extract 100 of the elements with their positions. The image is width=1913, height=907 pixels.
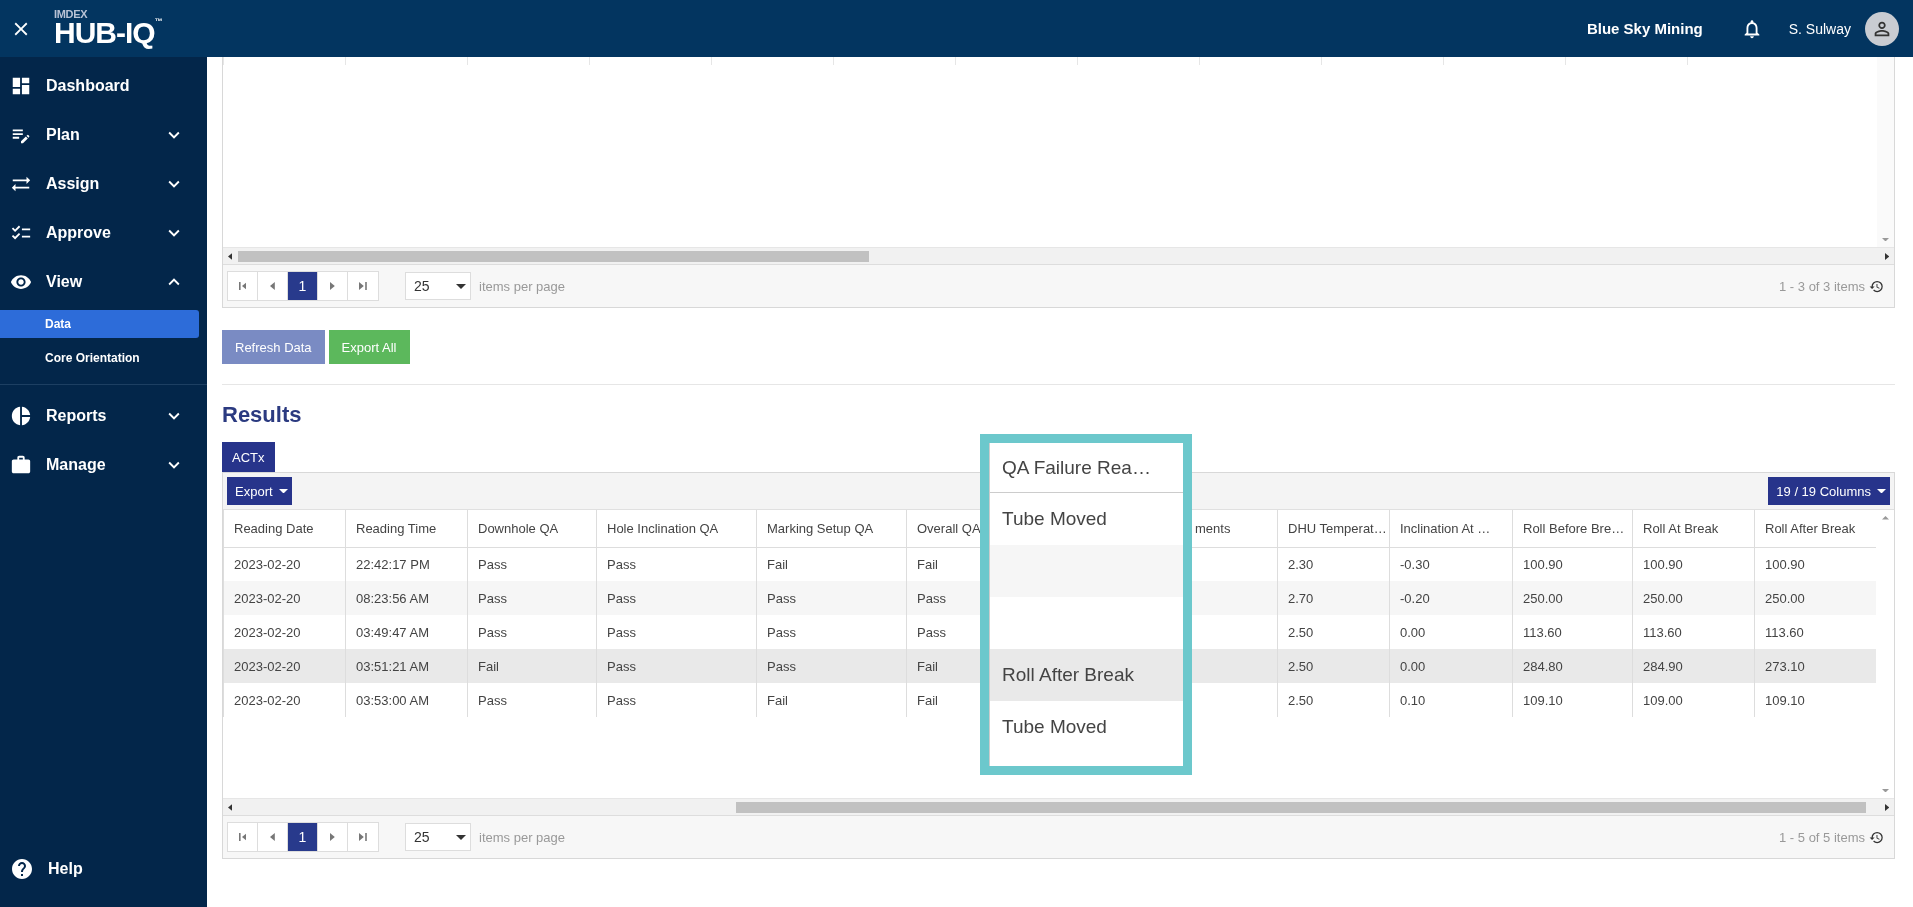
table-cell: Fail [917,658,938,674]
column-header[interactable]: Roll After Break [1765,520,1856,536]
table-cell: 2023-02-20 [234,590,301,606]
last-page-icon [359,282,367,290]
briefcase-icon [10,453,32,476]
user-avatar[interactable] [1865,11,1899,46]
user-name: S. Sulway [1788,20,1851,37]
table-cell: Pass [607,556,636,572]
horizontal-scrollbar[interactable] [223,247,1894,264]
first-page-button[interactable] [228,272,258,300]
page-button[interactable]: 1 [288,272,318,300]
table-cell: 0.00 [1400,624,1426,640]
sidebar-item[interactable]: View [0,257,207,306]
export-button[interactable]: Export [227,477,292,505]
table-cell: Fail [917,556,938,572]
column-header[interactable]: ments [1195,520,1231,536]
sidebar-subitem[interactable]: Core Orientation [0,344,199,372]
table-cell: 113.60 [1523,624,1562,640]
table-cell: Pass [478,624,507,640]
next-page-icon [330,833,335,841]
items-summary: 1 - 5 of 5 items [1779,829,1865,845]
page-size-label: items per page [479,829,565,845]
caret-icon [278,488,288,494]
table-cell: Pass [767,658,796,674]
column-header[interactable]: Roll Before Bre… [1523,520,1625,536]
help-link[interactable]: Help [0,844,207,893]
section-title: Results [222,402,303,428]
column-header[interactable]: DHU Temperat… [1288,520,1387,536]
sidebar-item[interactable]: Assign [0,159,207,208]
help-icon [10,856,34,881]
column-header[interactable]: Reading Date [234,520,314,536]
sidebar-item[interactable]: Reports [0,391,207,440]
logo: IMDEX HUB-IQ$^{™}$ [54,9,162,48]
next-page-button[interactable] [318,272,348,300]
last-page-button[interactable] [348,272,378,300]
previous-page-button[interactable] [258,272,288,300]
page-size-dropdown[interactable]: 25 [405,823,471,851]
table-cell: -0.30 [1400,556,1430,572]
table-cell: Pass [607,658,636,674]
scroll-right-icon[interactable] [1884,252,1889,260]
table-cell: Pass [478,590,507,606]
column-header[interactable]: Downhole QA [478,520,559,536]
table-cell: Fail [767,556,788,572]
table-cell: 2.50 [1288,692,1314,708]
table-cell: Pass [607,692,636,708]
table-cell: 03:49:47 AM [356,624,429,640]
column-header[interactable]: Marking Setup QA [767,520,874,536]
sidebar-item[interactable]: Dashboard [0,61,207,110]
table-cell: 2.50 [1288,624,1314,640]
table-cell: Pass [917,590,946,606]
table-cell: 100.90 [1643,556,1683,572]
table-cell: 113.60 [1643,624,1682,640]
sidebar-item[interactable]: Approve [0,208,207,257]
column-header[interactable]: Hole Inclination QA [607,520,719,536]
magnified-cell: Roll After Break [989,649,1183,701]
table-cell: Pass [767,624,796,640]
table-cell: Pass [917,624,946,640]
table-cell: Pass [607,590,636,606]
table-cell: Fail [767,692,788,708]
next-page-icon [330,282,335,290]
page-size-dropdown[interactable]: 25 [405,272,471,300]
caret-icon [456,283,466,289]
column-header[interactable]: Overall QA [917,520,981,536]
sidebar-item[interactable]: Plan [0,110,207,159]
scroll-down-icon[interactable] [1882,237,1889,241]
table-cell: 2023-02-20 [234,624,301,640]
table-cell: 109.10 [1523,692,1563,708]
previous-page-button[interactable] [258,823,288,851]
column-header[interactable]: Inclination At … [1400,520,1491,536]
last-page-button[interactable] [348,823,378,851]
sidebar-item[interactable]: Manage [0,440,207,489]
page-button[interactable]: 1 [288,823,318,851]
scroll-down-icon[interactable] [1882,788,1889,792]
table-cell: 2023-02-20 [234,658,301,674]
table-cell: 250.00 [1643,590,1683,606]
table-cell: 2.70 [1288,590,1314,606]
columns-button[interactable]: 19 / 19 Columns [1768,477,1890,505]
organization-name: Blue Sky Mining [1586,20,1703,37]
last-page-icon [359,833,367,841]
scroll-right-icon[interactable] [1884,803,1889,811]
table-cell: 273.10 [1765,658,1805,674]
table-cell: 2023-02-20 [234,556,301,572]
history-icon[interactable] [1869,829,1884,845]
table-cell: 2.30 [1288,556,1314,572]
table-cell: 109.00 [1643,692,1683,708]
column-header[interactable]: Reading Time [356,520,437,536]
table-cell: Pass [767,590,796,606]
next-page-button[interactable] [318,823,348,851]
history-icon[interactable] [1869,278,1884,294]
scroll-left-icon[interactable] [228,803,233,811]
scroll-up-icon[interactable] [1882,516,1889,520]
first-page-button[interactable] [228,823,258,851]
tab[interactable]: ACTx [222,442,275,472]
table-cell: 284.80 [1523,658,1563,674]
sidebar-subitem[interactable]: Data [0,310,199,338]
table-cell: 08:23:56 AM [356,590,429,606]
table-cell: Pass [478,556,507,572]
scroll-left-icon[interactable] [228,252,233,260]
horizontal-scrollbar[interactable] [223,798,1894,815]
column-header[interactable]: Roll At Break [1643,520,1719,536]
